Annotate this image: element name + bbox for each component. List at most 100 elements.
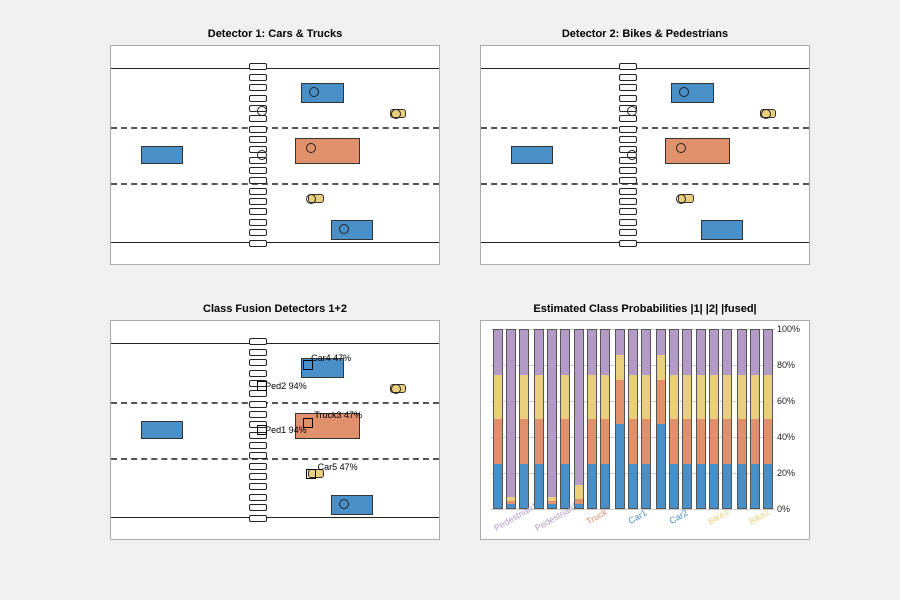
bar-segment <box>548 504 556 508</box>
bar-segment <box>601 330 609 375</box>
bar-segment <box>723 419 731 464</box>
bar-segment <box>670 375 678 420</box>
bar-segment <box>642 330 650 375</box>
bar-segment <box>588 330 596 375</box>
bar-segment <box>535 419 543 464</box>
axes-title: Estimated Class Probabilities |1| |2| |f… <box>481 303 809 315</box>
bar-segment <box>738 419 746 464</box>
bar-segment <box>697 330 705 375</box>
fusion-marker-icon <box>306 469 316 479</box>
bar-segment <box>657 355 665 380</box>
bar-segment <box>670 330 678 375</box>
bar-segment <box>751 464 759 509</box>
bar-segment <box>697 419 705 464</box>
bar <box>669 329 679 509</box>
axes-detector-2: Detector 2: Bikes & Pedestrians <box>480 45 810 265</box>
vehicle-bike <box>390 109 406 118</box>
bar <box>641 329 651 509</box>
bar-segment <box>575 330 583 485</box>
bar <box>534 329 544 509</box>
bar-segment <box>751 375 759 420</box>
bar-segment <box>535 330 543 375</box>
ytick-label: 100% <box>777 324 805 334</box>
vehicle-car <box>701 220 744 240</box>
bar-segment <box>738 375 746 420</box>
bar-segment <box>494 375 502 420</box>
xtick-label: Car1 <box>627 508 649 526</box>
bar-segment <box>601 375 609 420</box>
axes-title: Class Fusion Detectors 1+2 <box>111 303 439 315</box>
bar-segment <box>642 464 650 509</box>
bar <box>696 329 706 509</box>
bar <box>682 329 692 509</box>
bar-segment <box>683 375 691 420</box>
bar-segment <box>588 419 596 464</box>
vehicle-bike <box>678 194 694 203</box>
bar-segment <box>616 380 624 425</box>
bar-segment <box>723 330 731 375</box>
bar-segment <box>629 464 637 509</box>
bar-segment <box>588 464 596 509</box>
bar-segment <box>710 375 718 420</box>
vehicle-car <box>141 146 184 163</box>
bar-segment <box>764 419 772 464</box>
bar-segment <box>535 375 543 420</box>
axes-fusion: Class Fusion Detectors 1+2 Ped2 94% Ped1… <box>110 320 440 540</box>
fusion-marker-icon <box>303 418 313 428</box>
bar-segment <box>494 464 502 509</box>
vehicle-bike <box>390 384 406 393</box>
xtick-label: Car2 <box>667 508 689 526</box>
bar <box>722 329 732 509</box>
bar-segment <box>710 419 718 464</box>
fusion-label: Car4 47% <box>311 353 351 363</box>
bar-segment <box>657 380 665 425</box>
bar-groups: Pedestrian1Pedestrian2TruckCar1Car2Bike1… <box>491 329 775 509</box>
vehicle-car <box>671 83 714 103</box>
vehicle-car <box>141 421 184 438</box>
crosswalk-icon <box>249 63 267 246</box>
ytick-label: 80% <box>777 360 805 370</box>
fusion-label: Ped1 94% <box>265 425 307 435</box>
bar <box>656 329 666 509</box>
axes-title: Detector 1: Cars & Trucks <box>111 28 439 40</box>
fusion-label: Car5 47% <box>318 462 358 472</box>
bar-segment <box>738 464 746 509</box>
bar-segment <box>494 330 502 375</box>
bar-segment <box>616 330 624 355</box>
bar-segment <box>535 464 543 509</box>
vehicle-car <box>331 495 374 515</box>
bar-segment <box>561 464 569 509</box>
bar <box>547 329 557 509</box>
axes-class-probs: Estimated Class Probabilities |1| |2| |f… <box>480 320 810 540</box>
bar <box>628 329 638 509</box>
bar-segment <box>494 419 502 464</box>
bar-segment <box>561 419 569 464</box>
bar-segment <box>657 330 665 355</box>
ytick-label: 60% <box>777 396 805 406</box>
bar-group: Car1 <box>613 329 654 509</box>
vehicle-bike <box>760 109 776 118</box>
bar-segment <box>697 464 705 509</box>
bar-segment <box>683 330 691 375</box>
bar-segment <box>683 464 691 509</box>
bar <box>600 329 610 509</box>
bar-segment <box>642 375 650 420</box>
bar-group: Bike1 <box>694 329 735 509</box>
bar-segment <box>697 375 705 420</box>
bar-segment <box>507 504 515 508</box>
bar-group: Pedestrian2 <box>532 329 573 509</box>
bar-segment <box>670 419 678 464</box>
fusion-label: Ped2 94% <box>265 381 307 391</box>
axes-title: Detector 2: Bikes & Pedestrians <box>481 28 809 40</box>
bar <box>560 329 570 509</box>
bar-segment <box>561 375 569 420</box>
bar-group: Bike2 <box>734 329 775 509</box>
bar-segment <box>670 464 678 509</box>
bar-segment <box>561 330 569 375</box>
bar-segment <box>764 375 772 420</box>
bar-segment <box>520 419 528 464</box>
bar-segment <box>642 419 650 464</box>
bar-segment <box>751 419 759 464</box>
ytick-label: 40% <box>777 432 805 442</box>
fusion-label: Truck3 47% <box>314 410 362 420</box>
